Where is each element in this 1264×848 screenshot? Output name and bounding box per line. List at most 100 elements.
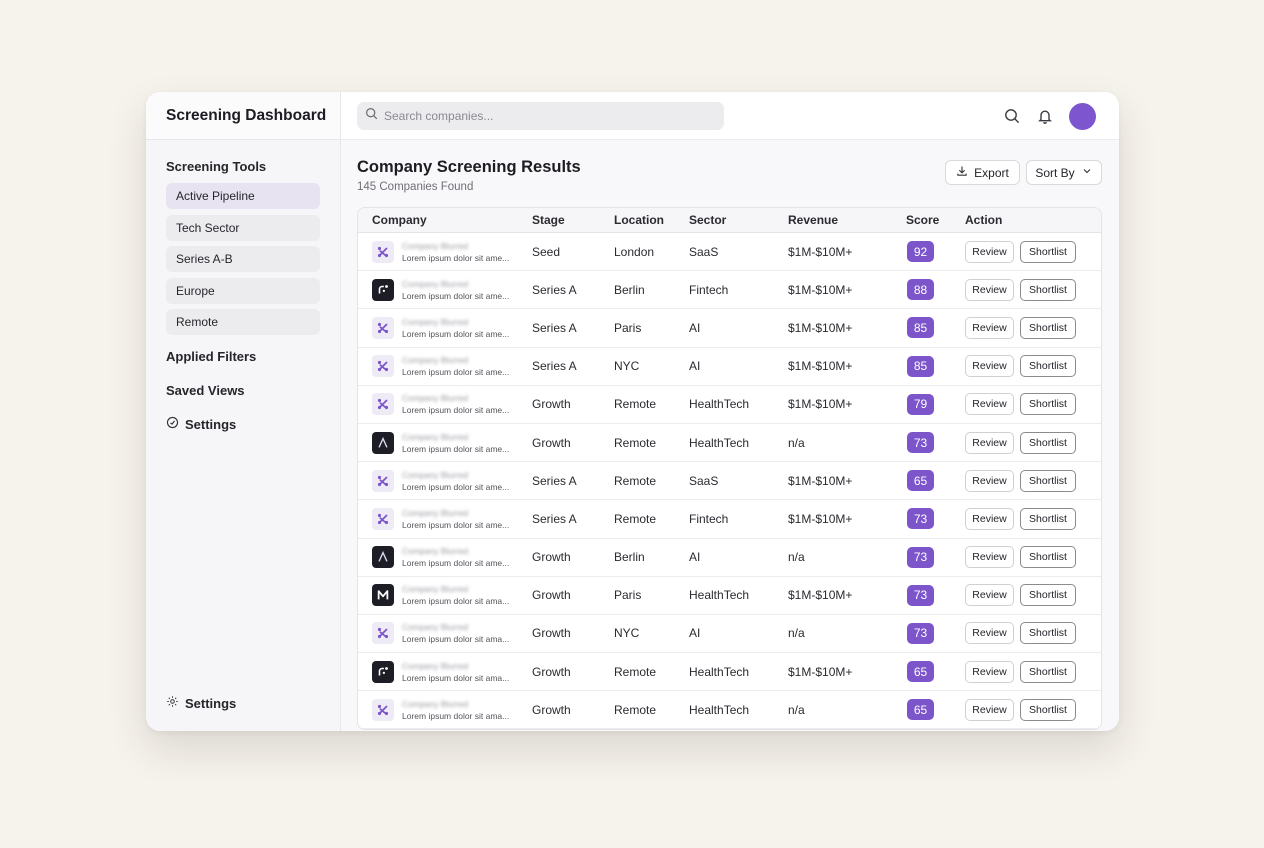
company-name[interactable]: Company Blurred xyxy=(402,470,509,480)
sector-cell: HealthTech xyxy=(689,588,750,603)
company-name[interactable]: Company Blurred xyxy=(402,317,509,327)
search-input[interactable] xyxy=(384,109,704,123)
col-sector[interactable]: Sector xyxy=(689,213,788,227)
tool-active-pipeline[interactable]: Active Pipeline xyxy=(166,183,320,209)
shortlist-button[interactable]: Shortlist xyxy=(1020,584,1076,607)
applied-filters-link[interactable]: Applied Filters xyxy=(146,349,340,364)
table-row[interactable]: Company Blurred Lorem ipsum dolor sit ame… xyxy=(358,309,1101,348)
bottom-settings-link[interactable]: Settings xyxy=(146,695,236,711)
tool-tech-sector[interactable]: Tech Sector xyxy=(166,214,320,241)
company-info: Company Blurred Lorem ipsum dolor sit ame… xyxy=(402,508,509,530)
table-row[interactable]: Company Blurred Lorem ipsum dolor sit ame… xyxy=(358,271,1101,310)
table-row[interactable]: Company Blurred Lorem ipsum dolor sit ama… xyxy=(358,691,1101,730)
col-company[interactable]: Company xyxy=(358,213,532,227)
location-cell: Berlin xyxy=(614,282,645,297)
revenue-cell: $1M-$10M+ xyxy=(788,359,853,374)
review-button[interactable]: Review xyxy=(965,316,1014,339)
shortlist-button[interactable]: Shortlist xyxy=(1020,507,1076,530)
location-cell: Berlin xyxy=(614,550,645,565)
action-cell: Review Shortlist xyxy=(965,584,1101,607)
review-button[interactable]: Review xyxy=(965,240,1014,263)
company-info: Company Blurred Lorem ipsum dolor sit ame… xyxy=(402,470,509,492)
search-icon[interactable] xyxy=(1004,108,1020,124)
company-name[interactable]: Company Blurred xyxy=(402,699,509,709)
company-logo-icon xyxy=(372,469,394,492)
table-row[interactable]: Company Blurred Lorem ipsum dolor sit ama… xyxy=(358,577,1101,615)
company-name[interactable]: Company Blurred xyxy=(402,661,509,671)
review-button[interactable]: Review xyxy=(965,660,1014,683)
company-logo-icon xyxy=(372,584,394,607)
export-button[interactable]: Export xyxy=(945,160,1020,185)
company-description: Lorem ipsum dolor sit ame... xyxy=(402,290,510,301)
table-row[interactable]: Company Blurred Lorem ipsum dolor sit ama… xyxy=(358,653,1101,692)
tool-remote[interactable]: Remote xyxy=(166,309,320,335)
company-name[interactable]: Company Blurred xyxy=(402,355,509,365)
shortlist-button[interactable]: Shortlist xyxy=(1020,393,1076,416)
company-name[interactable]: Company Blurred xyxy=(402,546,509,556)
col-location[interactable]: Location xyxy=(614,213,689,227)
table-row[interactable]: Company Blurred Lorem ipsum dolor sit ame… xyxy=(358,462,1101,501)
table-row[interactable]: Company Blurred Lorem ipsum dolor sit ame… xyxy=(358,386,1101,424)
location-cell: NYC xyxy=(614,359,640,374)
tool-europe[interactable]: Europe xyxy=(166,277,320,304)
search-bar[interactable] xyxy=(357,102,724,130)
review-button[interactable]: Review xyxy=(965,584,1014,607)
sort-by-dropdown[interactable]: Sort By xyxy=(1026,160,1102,185)
review-button[interactable]: Review xyxy=(965,278,1014,301)
company-name[interactable]: Company Blurred xyxy=(402,508,509,518)
shortlist-button[interactable]: Shortlist xyxy=(1020,546,1076,569)
table-row[interactable]: Company Blurred Lorem ipsum dolor sit ame… xyxy=(358,500,1101,539)
review-button[interactable]: Review xyxy=(965,469,1014,492)
table-row[interactable]: Company Blurred Lorem ipsum dolor sit ama… xyxy=(358,615,1101,654)
stage-cell: Growth xyxy=(532,550,571,565)
review-button[interactable]: Review xyxy=(965,393,1014,416)
table-row[interactable]: Company Blurred Lorem ipsum dolor sit ame… xyxy=(358,539,1101,577)
sidebar-settings-link[interactable]: Settings xyxy=(146,416,340,432)
company-name[interactable]: Company Blurred xyxy=(402,622,509,632)
col-stage[interactable]: Stage xyxy=(532,213,614,227)
results-table: Company Stage Location Sector Revenue Sc… xyxy=(357,207,1102,731)
company-name[interactable]: Company Blurred xyxy=(402,279,509,289)
col-score[interactable]: Score xyxy=(906,213,965,227)
review-button[interactable]: Review xyxy=(965,698,1014,721)
score-badge: 85 xyxy=(907,317,934,339)
shortlist-button[interactable]: Shortlist xyxy=(1020,355,1076,378)
review-button[interactable]: Review xyxy=(965,546,1014,569)
shortlist-button[interactable]: Shortlist xyxy=(1020,469,1076,492)
company-description: Lorem ipsum dolor sit ame... xyxy=(402,558,510,569)
review-button[interactable]: Review xyxy=(965,355,1014,378)
shortlist-button[interactable]: Shortlist xyxy=(1020,278,1076,301)
shortlist-button[interactable]: Shortlist xyxy=(1020,698,1076,721)
company-name[interactable]: Company Blurred xyxy=(402,241,509,251)
score-cell: 85 xyxy=(906,355,965,377)
revenue-cell: $1M-$10M+ xyxy=(788,473,853,488)
company-cell: Company Blurred Lorem ipsum dolor sit ame… xyxy=(358,507,532,530)
company-info: Company Blurred Lorem ipsum dolor sit ame… xyxy=(402,279,509,301)
review-button[interactable]: Review xyxy=(965,507,1014,530)
company-name[interactable]: Company Blurred xyxy=(402,584,509,594)
shortlist-button[interactable]: Shortlist xyxy=(1020,431,1076,454)
shortlist-button[interactable]: Shortlist xyxy=(1020,622,1076,645)
company-name[interactable]: Company Blurred xyxy=(402,432,509,442)
company-name[interactable]: Company Blurred xyxy=(402,393,509,403)
shortlist-button[interactable]: Shortlist xyxy=(1020,240,1076,263)
shortlist-button[interactable]: Shortlist xyxy=(1020,660,1076,683)
table-row[interactable]: Company Blurred Lorem ipsum dolor sit ame… xyxy=(358,424,1101,463)
score-cell: 65 xyxy=(906,699,965,721)
company-description: Lorem ipsum dolor sit ama... xyxy=(402,634,510,645)
col-revenue[interactable]: Revenue xyxy=(788,213,906,227)
sector-cell: SaaS xyxy=(689,473,719,488)
saved-views-link[interactable]: Saved Views xyxy=(146,383,340,398)
table-row[interactable]: Company Blurred Lorem ipsum dolor sit ame… xyxy=(358,348,1101,386)
score-cell: 73 xyxy=(906,622,965,644)
tool-series-a-b[interactable]: Series A-B xyxy=(166,246,320,272)
company-logo-icon xyxy=(372,507,394,530)
review-button[interactable]: Review xyxy=(965,431,1014,454)
score-badge: 73 xyxy=(907,508,934,530)
review-button[interactable]: Review xyxy=(965,622,1014,645)
bell-icon[interactable] xyxy=(1037,108,1053,124)
stage-cell: Growth xyxy=(532,435,571,450)
shortlist-button[interactable]: Shortlist xyxy=(1020,316,1076,339)
avatar[interactable] xyxy=(1069,103,1096,130)
table-row[interactable]: Company Blurred Lorem ipsum dolor sit ame… xyxy=(358,233,1101,272)
